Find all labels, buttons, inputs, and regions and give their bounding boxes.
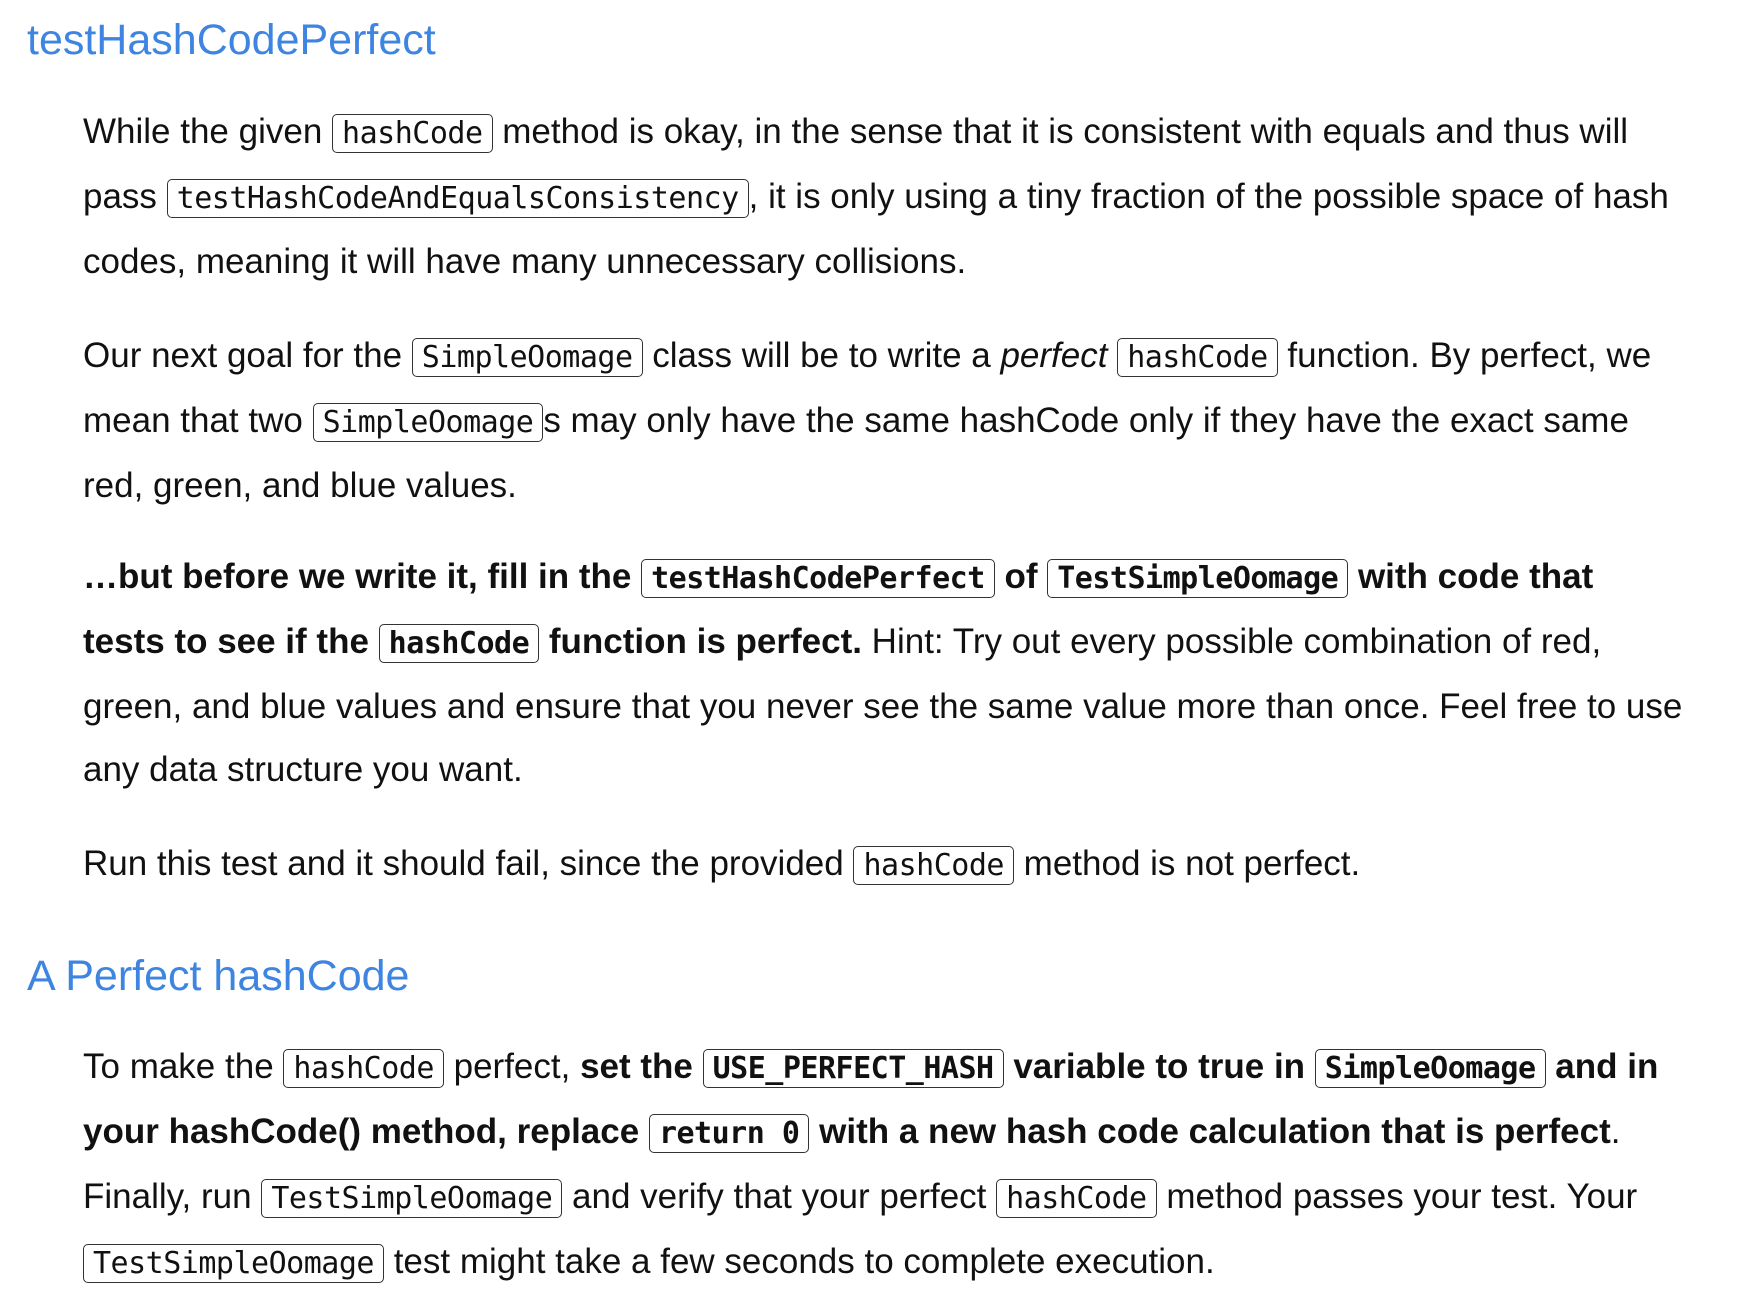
inline-code: TestSimpleOomage (83, 1244, 384, 1283)
inline-code: SimpleOomage (411, 338, 643, 377)
inline-code: hashCode (283, 1049, 444, 1088)
inline-code: TestSimpleOomage (1047, 559, 1349, 598)
text: Our next goal for the (83, 336, 412, 375)
inline-code: USE_PERFECT_HASH (702, 1049, 1004, 1088)
paragraph: Run this test and it should fail, since … (83, 832, 1683, 897)
text: method passes your test. Your (1156, 1177, 1638, 1216)
inline-code: hashCode (996, 1179, 1157, 1218)
text: with a new hash code calculation that is… (809, 1112, 1611, 1151)
text: To make the (83, 1047, 284, 1086)
paragraph: …but before we write it, fill in the tes… (83, 545, 1683, 801)
inline-code: testHashCodeAndEqualsConsistency (166, 179, 749, 218)
inline-code: hashCode (332, 114, 493, 153)
text: method is not perfect. (1013, 844, 1361, 883)
inline-code: return 0 (648, 1114, 810, 1153)
text: Run this test and it should fail, since … (83, 844, 854, 883)
inline-code: TestSimpleOomage (261, 1179, 563, 1218)
paragraph: While the given hashCode method is okay,… (83, 100, 1683, 293)
text: set the (580, 1047, 703, 1086)
inline-code: hashCode (378, 624, 540, 663)
section-heading-testhashcodeperfect: testHashCodePerfect (27, 16, 436, 64)
text: perfect, (443, 1047, 581, 1086)
emphasis: perfect (1000, 336, 1108, 375)
text: function is perfect. (539, 622, 862, 661)
text (1107, 336, 1117, 375)
text: variable to true in (1003, 1047, 1315, 1086)
text: test might take a few seconds to complet… (383, 1242, 1215, 1281)
text: and verify that your perfect (562, 1177, 997, 1216)
inline-code: hashCode (1117, 338, 1278, 377)
text: class will be to write a (642, 336, 1001, 375)
inline-code: hashCode (853, 846, 1014, 885)
text: …but before we write it, fill in the (83, 557, 642, 596)
text: While the given (83, 112, 333, 151)
inline-code: SimpleOomage (312, 403, 544, 442)
inline-code: testHashCodePerfect (641, 559, 995, 598)
section-heading-perfect-hashcode: A Perfect hashCode (27, 952, 410, 1000)
inline-code: SimpleOomage (1314, 1049, 1546, 1088)
paragraph: To make the hashCode perfect, set the US… (83, 1035, 1683, 1295)
text: of (994, 557, 1048, 596)
paragraph: Our next goal for the SimpleOomage class… (83, 324, 1683, 517)
